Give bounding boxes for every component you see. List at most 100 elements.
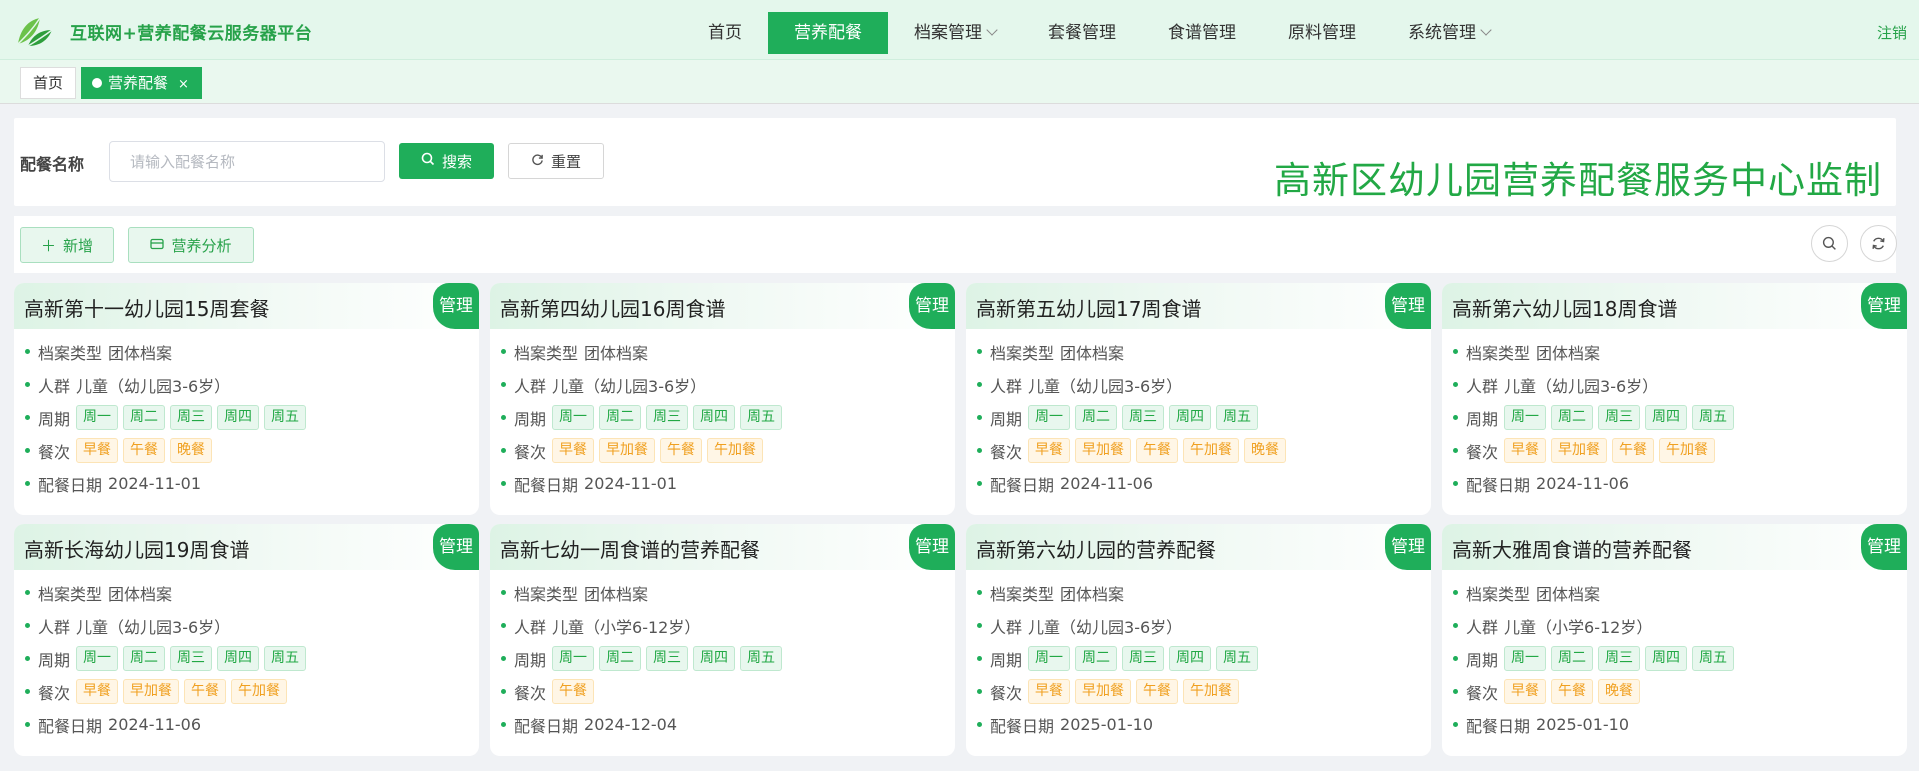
period-chip: 周一 [1504,405,1547,430]
menu-item-4[interactable]: 食谱管理 [1142,12,1262,54]
menu-item-6[interactable]: 系统管理 [1382,12,1516,54]
period-chip: 周三 [1122,405,1165,430]
logout-link[interactable]: 注销 [1877,22,1907,43]
meal-plan-card: 高新第五幼儿园17周食谱 管理 档案类型 团体档案 人群 儿童（幼儿园3-6岁） 周期 周一周… [966,283,1431,515]
menu-item-1[interactable]: 营养配餐 [768,12,888,54]
meal-chip: 晚餐 [1244,438,1287,463]
bullet-dot [1453,689,1458,694]
date-row: 配餐日期 2024-12-04 [501,708,955,741]
date-value: 2024-11-06 [1536,474,1629,493]
search-button-label: 搜索 [441,152,472,171]
period-row: 周期 周一 周二 周三 周四 周五 [1453,642,1907,675]
menu-item-5[interactable]: 原料管理 [1262,12,1382,54]
bullet-dot [1453,448,1458,453]
meals-row: 餐次 早餐 早加餐 午餐 午加餐 晚餐 [977,434,1431,467]
tag-current-label: 营养配餐 [108,74,169,92]
period-chip: 周一 [552,646,595,671]
meals-row: 餐次 早餐 午餐 晚餐 [25,434,479,467]
top-navbar: 互联网+营养配餐云服务器平台 首页 营养配餐 档案管理 套餐管理 食谱管理 原料管理 系统管… [0,0,1919,60]
period-chip: 周三 [1598,405,1641,430]
bullet-dot [501,382,506,387]
period-row-label: 周期 [38,650,71,670]
date-row-label: 配餐日期 [1466,716,1531,736]
menu-item-3[interactable]: 套餐管理 [1022,12,1142,54]
bullet-dot [977,481,982,486]
bullet-dot [501,689,506,694]
tag-current[interactable]: 营养配餐 × [81,67,202,99]
meal-chip: 午餐 [660,438,703,463]
search-button[interactable]: 搜索 [399,143,494,179]
card-body: 档案类型 团体档案 人群 儿童（小学6-12岁） 周期 周一 周二 周三 周四 周五 餐次 早餐 午餐晚… [1442,570,1907,741]
card-title: 高新第六幼儿园的营养配餐 [976,538,1216,562]
archive-type-row-label: 档案类型 [990,343,1055,363]
meals-row: 餐次 早餐 早加餐 午餐 午加餐 [1453,434,1907,467]
manage-button[interactable]: 管理 [909,524,955,570]
bullet-dot [977,590,982,595]
meal-chip: 早餐 [1028,438,1071,463]
bullet-dot [977,382,982,387]
meal-chip: 早加餐 [1075,679,1132,704]
crowd-row-label: 人群 [1466,617,1499,637]
bullet-dot [977,656,982,661]
card-header: 高新第五幼儿园17周食谱 管理 [966,283,1431,329]
bullet-dot [25,623,30,628]
period-chip: 周四 [217,646,260,671]
bullet-dot [25,656,30,661]
meals-row-label: 餐次 [990,442,1023,462]
add-button[interactable]: ＋ 新增 [20,227,114,263]
monitor-title: 高新区幼儿园营养配餐服务中心监制 [1274,159,1882,202]
card-body: 档案类型 团体档案 人群 儿童（幼儿园3-6岁） 周期 周一 周二 周三 周四 周五 餐次 早餐 早加餐… [14,570,479,741]
manage-button[interactable]: 管理 [433,283,479,329]
manage-button[interactable]: 管理 [909,283,955,329]
menu-item-2[interactable]: 档案管理 [888,12,1022,54]
crowd-row-label: 人群 [514,376,547,396]
crowd-row: 人群 儿童（幼儿园3-6岁） [501,368,955,401]
search-input[interactable] [109,141,385,182]
menu-item-label: 营养配餐 [794,23,862,43]
bullet-dot [977,623,982,628]
archive-type-row: 档案类型 团体档案 [25,576,479,609]
meal-chip: 午加餐 [231,679,288,704]
crowd-row: 人群 儿童（幼儿园3-6岁） [25,368,479,401]
manage-button[interactable]: 管理 [1385,524,1431,570]
date-row-label: 配餐日期 [990,475,1055,495]
archive-type-row: 档案类型 团体档案 [1453,576,1907,609]
meal-chip: 午餐 [1551,679,1594,704]
bullet-dot [977,349,982,354]
reset-button[interactable]: 重置 [508,143,604,179]
archive-type-value: 团体档案 [1536,584,1601,604]
crowd-value: 儿童（幼儿园3-6岁） [1028,376,1183,396]
period-chip: 周五 [1692,646,1735,671]
nutrition-analysis-button[interactable]: 营养分析 [128,227,254,263]
toggle-search-button[interactable] [1811,225,1848,262]
tag-home[interactable]: 首页 [20,67,77,99]
manage-button[interactable]: 管理 [1861,283,1907,329]
card-icon [150,236,165,254]
meal-chip: 晚餐 [170,438,213,463]
meal-chip: 午加餐 [1183,438,1240,463]
date-value: 2025-01-10 [1060,715,1153,734]
bullet-dot [1453,623,1458,628]
main-menu: 首页 营养配餐 档案管理 套餐管理 食谱管理 原料管理 系统管理 [682,12,1516,56]
menu-item-0[interactable]: 首页 [682,12,768,54]
date-row-label: 配餐日期 [1466,475,1531,495]
manage-button[interactable]: 管理 [1385,283,1431,329]
crowd-row: 人群 儿童（幼儿园3-6岁） [977,368,1431,401]
archive-type-value: 团体档案 [1060,343,1125,363]
bullet-dot [25,415,30,420]
search-icon [421,152,435,170]
close-icon[interactable]: × [178,77,189,92]
crowd-row: 人群 儿童（幼儿园3-6岁） [1453,368,1907,401]
period-chip: 周一 [552,405,595,430]
manage-button[interactable]: 管理 [433,524,479,570]
meals-row-label: 餐次 [1466,442,1499,462]
crowd-row-label: 人群 [38,617,71,637]
period-chip: 周五 [1216,646,1259,671]
bullet-dot [1453,415,1458,420]
manage-button[interactable]: 管理 [1861,524,1907,570]
crowd-value: 儿童（幼儿园3-6岁） [76,617,231,637]
bullet-dot [977,415,982,420]
card-body: 档案类型 团体档案 人群 儿童（幼儿园3-6岁） 周期 周一 周二 周三 周四 周五 餐次 早餐 早加餐… [1442,329,1907,500]
refresh-button[interactable] [1860,225,1897,262]
action-toolbar: ＋ 新增 营养分析 [14,216,1897,273]
